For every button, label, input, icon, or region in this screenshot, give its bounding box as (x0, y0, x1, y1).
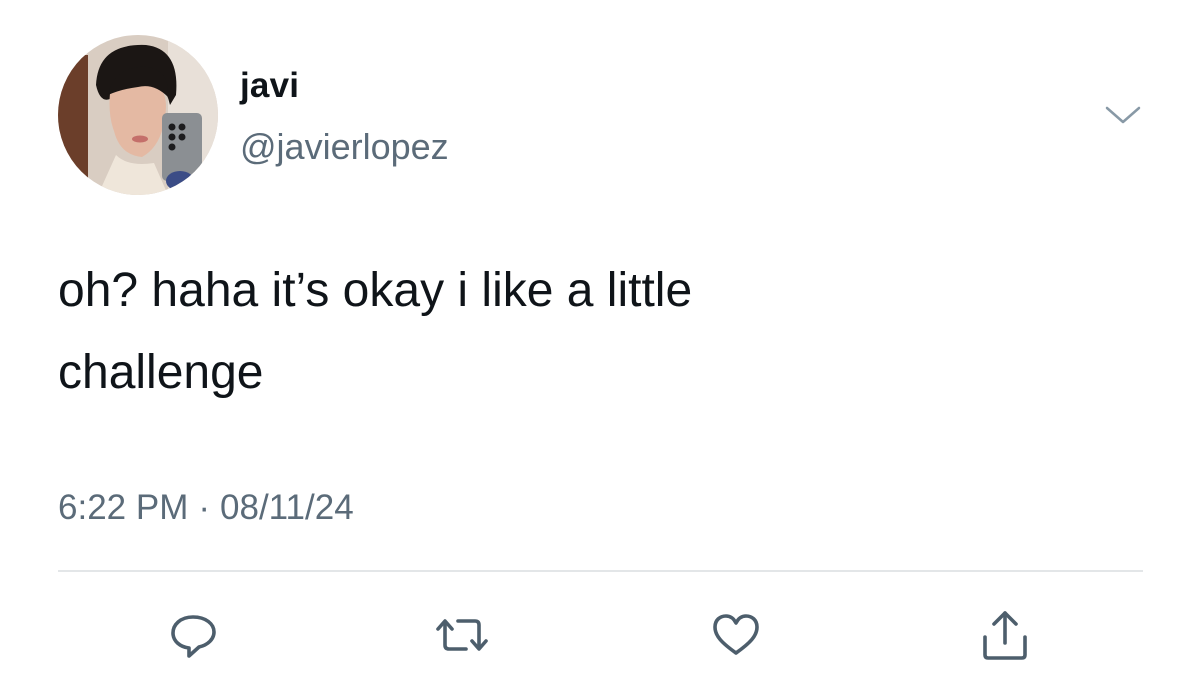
retweet-button[interactable] (432, 607, 492, 663)
tweet-text-line: challenge (58, 346, 264, 399)
divider (58, 570, 1143, 572)
timestamp[interactable]: 6:22 PM · 08/11/24 (58, 486, 354, 530)
like-button[interactable] (706, 607, 766, 663)
heart-icon (713, 614, 759, 655)
tweet-date: 08/11/24 (220, 488, 354, 527)
timestamp-separator: · (198, 488, 211, 527)
tweet-text-line: oh? haha it’s okay i like a little (58, 264, 693, 317)
share-button[interactable] (975, 607, 1035, 663)
tweet-text: oh? haha it’s okay i like a little chall… (58, 250, 1148, 414)
avatar[interactable] (58, 35, 218, 195)
share-icon (983, 611, 1027, 660)
user-handle[interactable]: @javierlopez (240, 126, 449, 168)
reply-icon (171, 615, 216, 658)
chevron-down-icon[interactable] (1103, 102, 1143, 130)
retweet-icon (436, 619, 488, 651)
avatar-photo (58, 35, 218, 195)
tweet-card: javi @javierlopez oh? haha it’s okay i l… (0, 0, 1200, 699)
tweet-time: 6:22 PM (58, 488, 189, 527)
reply-button[interactable] (163, 607, 223, 663)
display-name[interactable]: javi (240, 66, 299, 106)
